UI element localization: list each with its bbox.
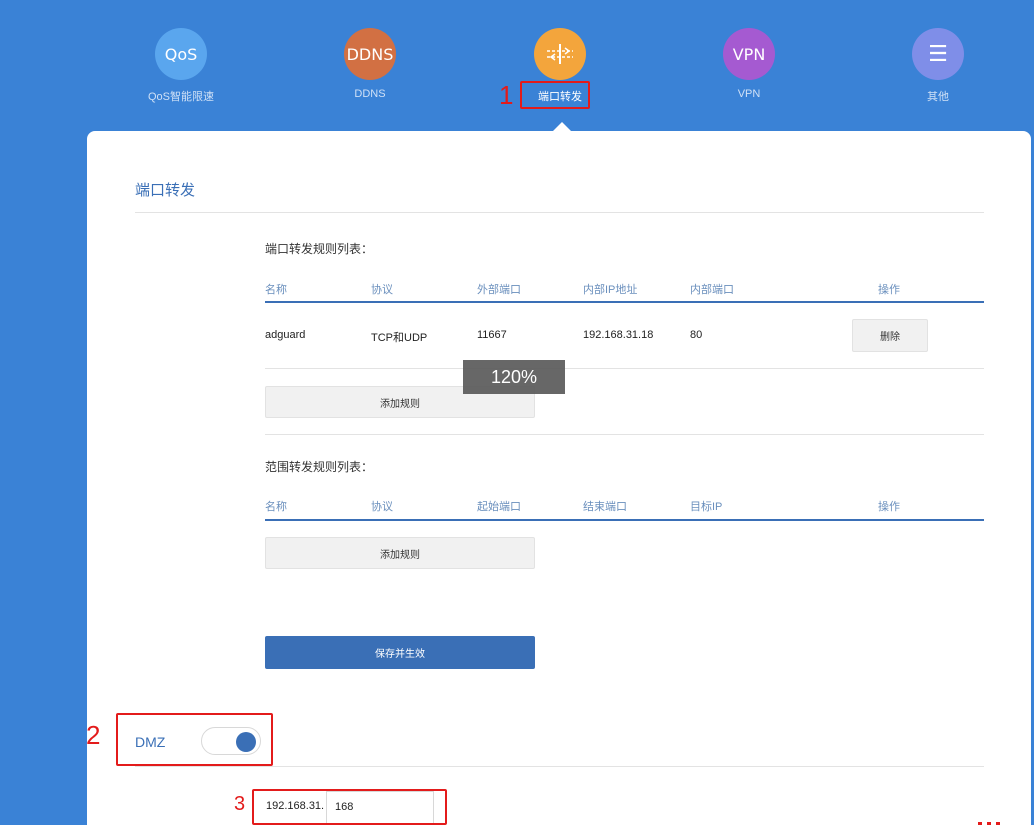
cell-ext-port: 11667: [477, 329, 507, 341]
section-title: 端口转发: [135, 182, 196, 199]
range-col-header-name: 名称: [265, 501, 287, 513]
cell-protocol: TCP和UDP: [371, 332, 428, 344]
col-header-name: 名称: [265, 284, 287, 296]
col-header-ext-port: 外部端口: [477, 284, 521, 296]
corner-marks: [978, 815, 1008, 825]
range-col-header-start-port: 起始端口: [477, 501, 521, 513]
top-nav: QoS QoS智能限速 DDNS DDNS 端口转发 VPN VPN ☰ 其他: [0, 0, 1034, 132]
col-header-int-ip: 内部IP地址: [583, 284, 638, 296]
port-forward-icon: [534, 28, 586, 80]
range-col-header-protocol: 协议: [371, 501, 393, 513]
zoom-level-overlay: 120%: [463, 360, 565, 394]
range-forward-list-title: 范围转发规则列表：: [265, 460, 374, 474]
range-header-rule: [265, 519, 984, 521]
range-col-header-target-ip: 目标IP: [690, 501, 723, 513]
nav-label-ddns: DDNS: [354, 88, 386, 100]
dmz-divider: [135, 766, 984, 767]
row-divider: [265, 368, 984, 369]
annotation-number-2: 2: [86, 720, 101, 750]
annotation-box-2: [116, 713, 273, 766]
save-apply-button[interactable]: 保存并生效: [265, 636, 535, 669]
ddns-icon: DDNS: [344, 28, 396, 80]
cell-int-ip: 192.168.31.18: [583, 329, 654, 341]
cell-int-port: 80: [690, 329, 703, 341]
nav-item-vpn[interactable]: VPN VPN: [679, 28, 819, 100]
nav-item-other[interactable]: ☰ 其他: [868, 28, 1008, 104]
add-range-rule-button[interactable]: 添加规则: [265, 537, 535, 569]
col-header-action: 操作: [878, 284, 900, 296]
annotation-box-3: [252, 789, 447, 825]
nav-item-ddns[interactable]: DDNS DDNS: [300, 28, 440, 100]
nav-item-qos[interactable]: QoS QoS智能限速: [111, 28, 251, 104]
delete-button[interactable]: 删除: [852, 319, 928, 352]
annotation-number-3: 3: [234, 793, 246, 815]
col-header-int-port: 内部端口: [690, 284, 734, 296]
annotation-number-1: 1: [499, 80, 514, 110]
arrows-icon: [547, 44, 573, 64]
annotation-box-1: [520, 81, 590, 109]
vpn-icon: VPN: [723, 28, 775, 80]
nav-label-other: 其他: [927, 91, 949, 103]
cell-name: adguard: [265, 329, 306, 341]
section-divider: [265, 434, 984, 435]
header-rule: [265, 301, 984, 303]
title-divider: [135, 212, 984, 213]
range-col-header-end-port: 结束端口: [583, 501, 627, 513]
col-header-protocol: 协议: [371, 284, 393, 296]
qos-icon: QoS: [155, 28, 207, 80]
nav-label-vpn: VPN: [737, 88, 761, 100]
menu-icon: ☰: [912, 28, 964, 80]
nav-label-qos: QoS智能限速: [147, 91, 214, 103]
port-forward-list-title: 端口转发规则列表：: [265, 242, 374, 256]
range-col-header-action: 操作: [878, 501, 900, 513]
